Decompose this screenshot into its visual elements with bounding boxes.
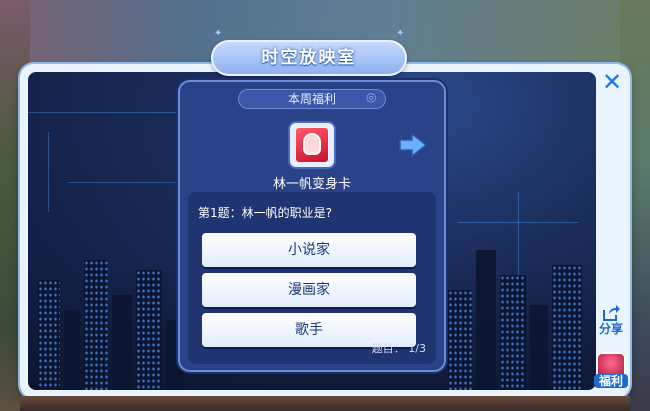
close-icon: ✕ (601, 68, 623, 96)
building (500, 275, 526, 390)
hud-line (28, 112, 178, 113)
building (64, 310, 80, 390)
reward-card[interactable] (290, 123, 334, 167)
hud-line (48, 132, 49, 212)
building (448, 290, 472, 390)
character-portrait (305, 135, 319, 153)
swirl-icon: ◎ (366, 90, 377, 104)
question-progress: 题目： 1/3 (371, 342, 426, 355)
page-title: 时空放映室 (211, 40, 407, 76)
building (112, 295, 132, 390)
answer-option[interactable]: 小说家 (202, 233, 416, 267)
reward-name: 林一帆变身卡 (272, 177, 351, 192)
building (476, 250, 496, 390)
sparkle-icon: ✦ (214, 28, 223, 39)
answer-option[interactable]: 漫画家 (202, 273, 416, 307)
building (84, 260, 108, 390)
share-icon (603, 305, 620, 321)
close-button[interactable]: ✕ (598, 70, 626, 94)
building (38, 280, 60, 390)
bottom-strip (20, 396, 630, 411)
quiz-panel: ◎ 本周福利 ◎ 林一帆变身卡 第1题：林一帆的职业是? 小说家 漫画家 歌手 … (180, 82, 444, 370)
sparkle-icon: ✦ (396, 28, 405, 39)
building (136, 270, 162, 390)
building (530, 305, 548, 390)
hud-line (518, 192, 519, 282)
welfare-label: 福利 (594, 374, 628, 388)
question-text: 第1题：林一帆的职业是? (198, 206, 333, 220)
question-box: 第1题：林一帆的职业是? 小说家 漫画家 歌手 题目： 1/3 (188, 192, 436, 364)
arrow-right-icon[interactable] (398, 132, 428, 158)
transform-card-icon (296, 128, 328, 162)
hud-line (68, 182, 178, 183)
panel-header: 本周福利 (238, 89, 386, 109)
building (552, 265, 582, 390)
share-label: 分享 (598, 322, 623, 336)
share-button[interactable]: 分享 (594, 304, 628, 336)
welfare-button[interactable]: 福利 (594, 352, 628, 388)
